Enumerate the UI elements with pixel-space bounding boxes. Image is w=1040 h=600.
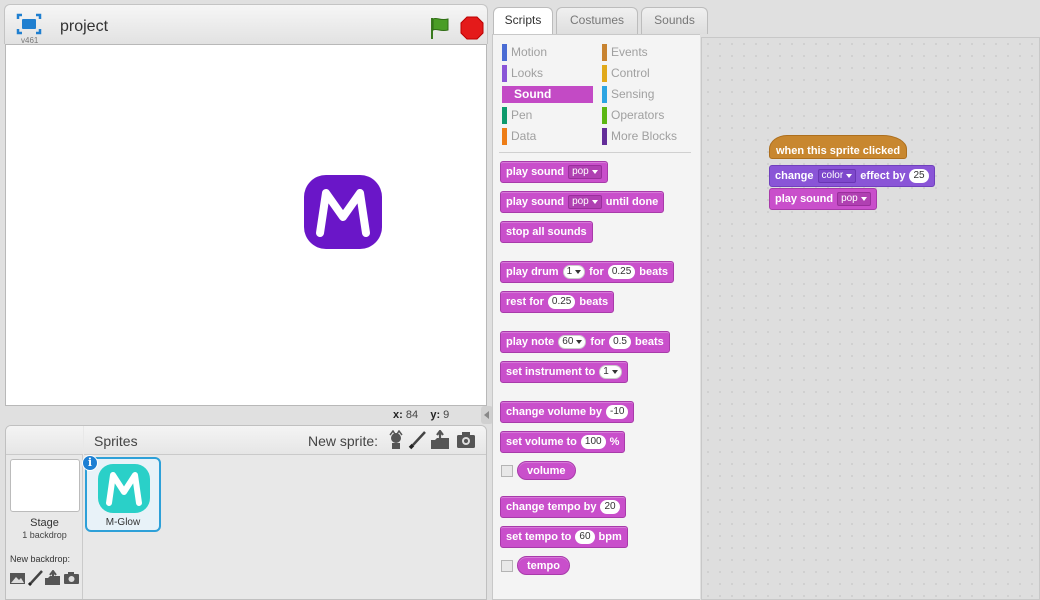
y-coordinate: 9 [443,409,450,421]
drum-dropdown[interactable]: 1 [562,265,586,279]
script-area[interactable]: when this sprite clicked change color ef… [701,37,1040,600]
tempo-reporter[interactable]: tempo [517,556,570,575]
tempo-input[interactable]: 60 [575,530,595,544]
tempo-monitor-checkbox[interactable] [501,560,513,572]
volume-monitor-checkbox[interactable] [501,465,513,477]
camera-icon[interactable] [63,570,80,586]
mouse-coordinates: x: 84 y: 9 [393,409,450,421]
x-coordinate: 84 [405,409,419,421]
category-control[interactable]: Control [602,65,650,82]
tab-scripts[interactable]: Scripts [493,7,553,35]
m-glow-sprite[interactable] [298,171,388,253]
beats-input[interactable]: 0.25 [607,265,636,279]
stage-label: Stage [30,517,59,529]
play-sound-block[interactable]: play sound pop [500,161,608,183]
choose-sprite-from-library-icon[interactable] [386,430,406,450]
tab-sounds[interactable]: Sounds [641,7,708,34]
sprite-library: Stage 1 backdrop New backdrop: Sprites N… [5,425,487,600]
effect-dropdown[interactable]: color [817,169,857,183]
effect-amount-input[interactable]: 25 [909,169,929,183]
fullscreen-icon[interactable] [16,13,42,35]
sprite-info-icon[interactable]: i [82,455,98,471]
volume-reporter[interactable]: volume [517,461,576,480]
sound-dropdown[interactable]: pop [568,165,602,179]
paint-brush-icon[interactable] [28,570,45,586]
backdrop-count: 1 backdrop [22,530,67,540]
sprite-name: M-Glow [105,517,141,528]
when-sprite-clicked-block[interactable]: when this sprite clicked [769,135,908,159]
category-data[interactable]: Data [502,128,536,145]
rest-for-block[interactable]: rest for 0.25 beats [500,291,615,313]
new-sprite-from-camera-icon[interactable] [456,430,476,450]
category-operators[interactable]: Operators [602,107,664,124]
green-flag-icon[interactable] [428,16,450,40]
sprite-thumbnail[interactable]: M-Glow i [82,455,161,532]
sound-dropdown[interactable]: pop [837,192,871,206]
stage-panel: Stage 1 backdrop New backdrop: [6,426,83,599]
project-title[interactable]: project [60,18,108,36]
stage-canvas[interactable] [5,44,487,406]
category-sound[interactable]: Sound [502,86,593,103]
play-sound-block[interactable]: play sound pop [769,188,877,210]
category-motion[interactable]: Motion [502,44,547,61]
note-dropdown[interactable]: 60 [558,335,587,349]
instrument-dropdown[interactable]: 1 [599,365,622,379]
paint-new-sprite-icon[interactable] [408,430,428,450]
stop-all-sounds-block[interactable]: stop all sounds [500,221,593,243]
volume-change-input[interactable]: -10 [605,405,629,419]
tab-costumes[interactable]: Costumes [556,7,638,34]
sprites-header: Sprites New sprite: [84,426,486,455]
set-instrument-block[interactable]: set instrument to 1 [500,361,628,383]
sprites-label: Sprites [94,433,138,449]
upload-sprite-icon[interactable] [430,430,450,450]
paint-backdrop-from-library-icon[interactable] [9,570,26,586]
beats-input[interactable]: 0.5 [609,335,631,349]
stage-panel-header [6,426,83,455]
category-events[interactable]: Events [602,44,648,61]
change-effect-block[interactable]: change color effect by 25 [769,165,935,187]
m-glow-thumbnail-icon [98,464,150,513]
set-tempo-block[interactable]: set tempo to 60 bpm [500,526,628,548]
change-tempo-block[interactable]: change tempo by 20 [500,496,626,518]
category-looks[interactable]: Looks [502,65,543,82]
category-pen[interactable]: Pen [502,107,532,124]
category-more-blocks[interactable]: More Blocks [602,128,677,145]
beats-input[interactable]: 0.25 [547,295,576,309]
set-volume-block[interactable]: set volume to 100 % [500,431,626,453]
play-sound-until-done-block[interactable]: play sound pop until done [500,191,665,213]
stage-thumbnail[interactable] [10,459,80,512]
stop-icon[interactable] [460,16,484,40]
new-sprite-label: New sprite: [308,433,379,449]
upload-backdrop-icon[interactable] [44,570,61,586]
volume-input[interactable]: 100 [580,435,606,449]
change-volume-block[interactable]: change volume by -10 [500,401,635,423]
stage-header: v461 project [4,4,488,45]
tempo-change-input[interactable]: 20 [600,500,620,514]
new-backdrop-label: New backdrop: [10,554,71,564]
play-drum-block[interactable]: play drum 1 for 0.25 beats [500,261,675,283]
category-sensing[interactable]: Sensing [602,86,654,103]
divider [499,152,691,153]
play-note-block[interactable]: play note 60 for 0.5 beats [500,331,670,353]
sound-dropdown[interactable]: pop [568,195,602,209]
block-palette: Motion Events Looks Control Sound Sensin… [492,34,700,600]
